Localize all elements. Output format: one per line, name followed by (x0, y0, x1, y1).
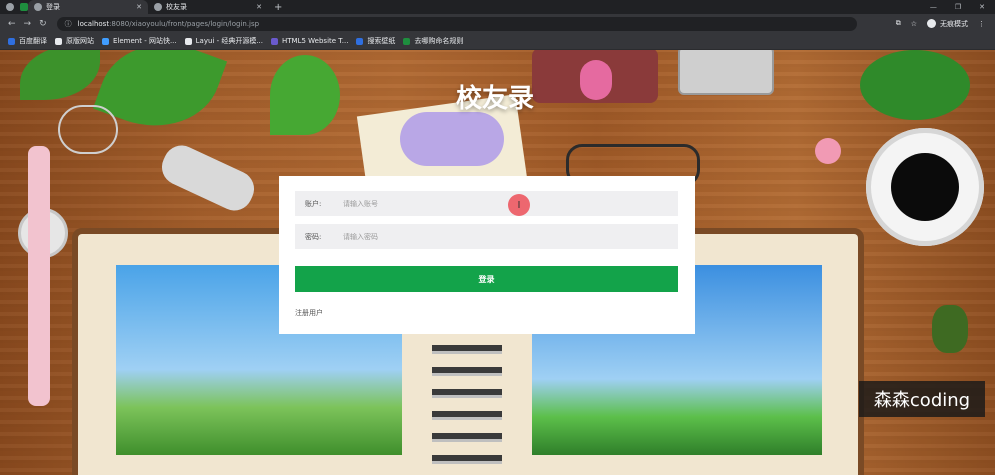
url-path: :8080/xiaoyoulu/front/pages/login/login.… (109, 19, 260, 28)
info-icon[interactable]: ⓘ (65, 19, 72, 29)
bookmark-icon (102, 37, 109, 45)
register-link[interactable]: 注册用户 (295, 308, 323, 318)
restore-icon[interactable]: ❐ (955, 3, 961, 11)
back-icon[interactable]: ← (8, 19, 16, 29)
forward-icon[interactable]: → (24, 19, 32, 29)
browser-tabbar: 登录 ✕ 校友录 ✕ + — ❐ ✕ (0, 0, 995, 14)
globe-icon (154, 3, 162, 11)
bookmark-item[interactable]: 百度翻译 (8, 36, 47, 46)
bookmark-item[interactable]: HTML5 Website T... (271, 37, 348, 45)
account-label: 账户: (305, 199, 322, 208)
bookmark-icon (356, 37, 364, 45)
bookmarks-bar: 百度翻译 原版网站 Element - 网站快... Layui - 经典开源模… (0, 33, 995, 50)
address-bar: ← → ↻ ⓘ localhost:8080/xiaoyoulu/front/p… (0, 14, 995, 33)
app-icon (20, 3, 28, 11)
cloud-note-image (400, 112, 504, 166)
tab-login[interactable]: 登录 ✕ (28, 0, 148, 14)
incognito-label: 无痕模式 (940, 19, 968, 28)
bookmark-label: Element - 网站快... (113, 37, 177, 45)
url-input[interactable]: ⓘ localhost:8080/xiaoyoulu/front/pages/l… (56, 16, 857, 31)
window-controls: — ❐ ✕ (930, 3, 985, 11)
globe-icon (34, 3, 42, 11)
bookmark-icon (403, 37, 411, 45)
bookmark-label: 去哪购命名规则 (414, 37, 464, 45)
bookmark-label: 搜索壁纸 (367, 37, 396, 45)
incognito-indicator[interactable]: 无痕模式 (927, 19, 968, 29)
bookmark-item[interactable]: 搜索壁纸 (356, 36, 395, 46)
bookmark-item[interactable]: Layui - 经典开源模... (184, 36, 264, 46)
chips-image (932, 305, 968, 353)
bookmark-item[interactable]: 原版网站 (55, 36, 94, 46)
coffee-image (891, 153, 959, 221)
bookmark-item[interactable]: 去哪购命名规则 (403, 36, 463, 46)
new-tab-icon[interactable]: + (274, 2, 282, 13)
close-icon[interactable]: ✕ (136, 3, 142, 11)
account-field: 账户: (295, 191, 678, 216)
bookmark-label: Layui - 经典开源模... (195, 37, 264, 45)
tab-label: 校友录 (166, 3, 187, 11)
page-title: 校友录 (455, 84, 534, 114)
reload-icon[interactable]: ↻ (39, 19, 47, 29)
close-window-icon[interactable]: ✕ (979, 3, 985, 11)
translate-icon[interactable]: ⧉ (896, 19, 901, 28)
menu-icon[interactable]: ⋮ (978, 20, 985, 28)
close-icon[interactable]: ✕ (256, 3, 262, 11)
login-form: 账户: 密码: 登录 注册用户 (279, 176, 695, 334)
bookmark-label: HTML5 Website T... (282, 37, 349, 45)
tab-alumni[interactable]: 校友录 ✕ (148, 0, 268, 14)
bookmark-label: 原版网站 (66, 37, 94, 45)
bookmark-icon (271, 37, 279, 45)
camera-image (678, 50, 774, 95)
bookmark-icon (55, 37, 62, 45)
minimize-icon[interactable]: — (930, 3, 937, 11)
browser-icon (6, 3, 14, 11)
bookmark-icon (184, 37, 192, 45)
lollipop-image (815, 138, 841, 164)
plant-image (860, 50, 970, 120)
password-input[interactable] (341, 231, 675, 242)
bookmark-icon (8, 37, 15, 45)
password-field: 密码: (295, 224, 678, 249)
bookmark-item[interactable]: Element - 网站快... (102, 36, 177, 46)
bookmark-label: 百度翻译 (19, 37, 47, 45)
watch-strap-image (28, 146, 50, 406)
incognito-icon (927, 19, 936, 28)
leaf-image (270, 55, 340, 135)
tab-label: 登录 (46, 3, 60, 11)
earphones-image (58, 105, 118, 154)
login-button[interactable]: 登录 (295, 266, 678, 292)
watermark: 森森coding (859, 381, 985, 417)
mouse-cursor-indicator: I (508, 194, 530, 216)
password-label: 密码: (305, 232, 322, 241)
star-icon[interactable]: ☆ (911, 20, 917, 28)
url-host: localhost (77, 19, 110, 28)
login-page-background: 校友录 账户: 密码: 登录 注册用户 I (0, 50, 995, 475)
